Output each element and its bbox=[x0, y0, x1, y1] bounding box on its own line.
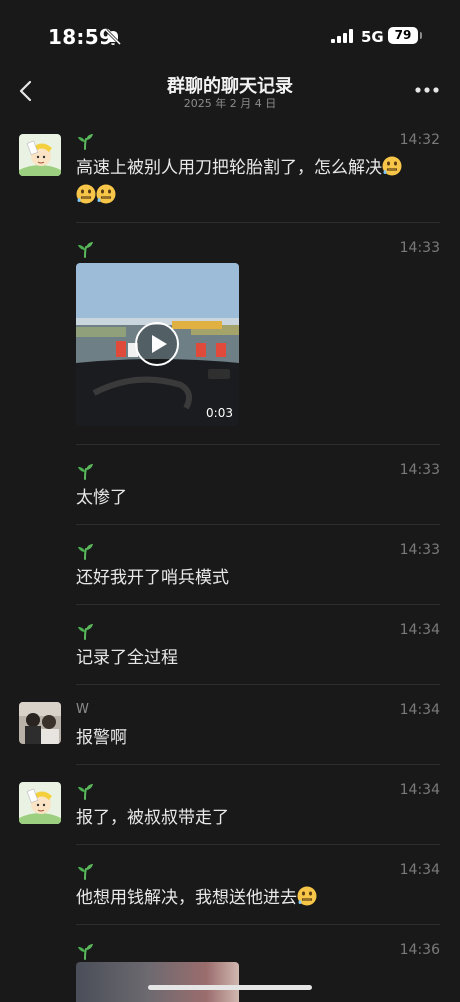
battery-nub bbox=[420, 32, 422, 39]
message-time: 14:33 bbox=[399, 240, 440, 256]
divider bbox=[76, 444, 440, 445]
divider bbox=[76, 222, 440, 223]
divider bbox=[76, 684, 440, 685]
message-time: 14:34 bbox=[399, 862, 440, 878]
avatar[interactable] bbox=[19, 782, 61, 824]
sprout-icon bbox=[76, 622, 94, 640]
message-text: 太惨了 bbox=[76, 488, 127, 508]
home-indicator[interactable] bbox=[148, 985, 312, 990]
avatar[interactable] bbox=[19, 702, 61, 744]
message-time: 14:33 bbox=[399, 462, 440, 478]
zipper-mouth-emoji-icon bbox=[382, 156, 402, 176]
zipper-mouth-emoji-icon bbox=[297, 886, 317, 906]
message-text-content: 他想用钱解决，我想送他进去 bbox=[76, 888, 297, 908]
divider bbox=[76, 764, 440, 765]
bell-muted-icon bbox=[104, 28, 122, 46]
message-time: 14:36 bbox=[399, 942, 440, 958]
video-duration: 0:03 bbox=[206, 406, 233, 420]
zipper-mouth-emoji-icon bbox=[96, 184, 116, 204]
sprout-icon bbox=[76, 132, 94, 150]
sender-name: W bbox=[76, 702, 89, 717]
message-time: 14:34 bbox=[399, 702, 440, 718]
message-text: 报警啊 bbox=[76, 728, 127, 748]
image-thumbnail[interactable] bbox=[76, 962, 239, 1002]
battery-level: 79 bbox=[394, 28, 412, 42]
cellular-signal-icon bbox=[331, 29, 353, 43]
sprout-icon bbox=[76, 782, 94, 800]
message-text: 记录了全过程 bbox=[76, 648, 178, 668]
sprout-icon bbox=[76, 240, 94, 258]
nav-bar: 群聊的聊天记录 2025 年 2 月 4 日 bbox=[0, 70, 460, 115]
divider bbox=[76, 844, 440, 845]
message-text: 他想用钱解决，我想送他进去 bbox=[76, 884, 446, 912]
sprout-icon bbox=[76, 942, 94, 960]
status-bar: 18:59 5G 79 bbox=[0, 0, 460, 70]
network-type: 5G bbox=[361, 28, 384, 46]
sprout-icon bbox=[76, 542, 94, 560]
play-icon[interactable] bbox=[134, 321, 180, 367]
sprout-icon bbox=[76, 862, 94, 880]
message-time: 14:32 bbox=[399, 132, 440, 148]
avatar[interactable] bbox=[19, 134, 61, 176]
message-text: 报了，被叔叔带走了 bbox=[76, 808, 229, 828]
message-time: 14:34 bbox=[399, 782, 440, 798]
divider bbox=[76, 924, 440, 925]
battery-icon: 79 bbox=[388, 27, 418, 44]
sprout-icon bbox=[76, 462, 94, 480]
divider bbox=[76, 604, 440, 605]
message-text: 还好我开了哨兵模式 bbox=[76, 568, 229, 588]
video-thumbnail[interactable]: 0:03 bbox=[76, 263, 239, 426]
message-text-content: 高速上被别人用刀把轮胎割了，怎么解决 bbox=[76, 158, 382, 178]
message-time: 14:34 bbox=[399, 622, 440, 638]
divider bbox=[76, 524, 440, 525]
page-subtitle-date: 2025 年 2 月 4 日 bbox=[183, 97, 277, 110]
message-time: 14:33 bbox=[399, 542, 440, 558]
more-dots-icon[interactable] bbox=[412, 80, 442, 100]
zipper-mouth-emoji-icon bbox=[76, 184, 96, 204]
message-text: 高速上被别人用刀把轮胎割了，怎么解决 bbox=[76, 154, 446, 210]
